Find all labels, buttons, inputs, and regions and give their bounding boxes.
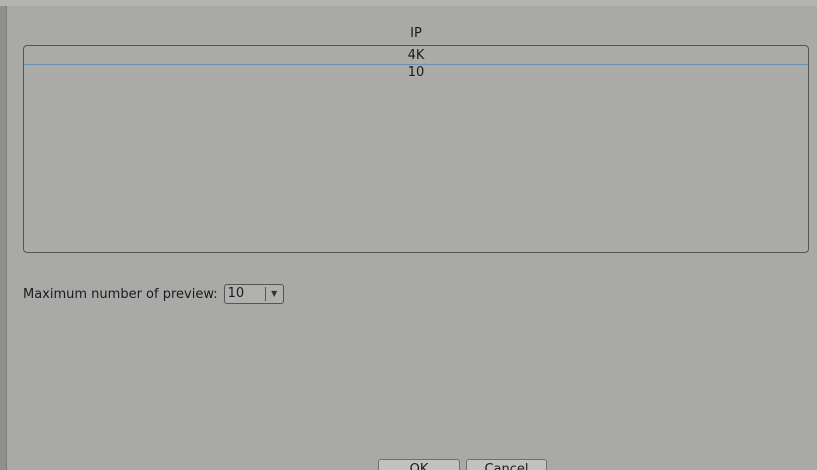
max-preview-select[interactable]: 10 ▼ (223, 284, 284, 304)
max-preview-selected-value: 10 (227, 286, 245, 301)
window-left-border (0, 0, 7, 470)
ok-button[interactable]: OK (378, 459, 460, 470)
list-item[interactable]: 10 (24, 65, 808, 81)
window-top-border (0, 0, 817, 6)
max-preview-label: Maximum number of preview: (23, 286, 218, 302)
dialog-window: IP 4K 10 Maximum number of preview: 10 ▼… (0, 0, 817, 470)
ip-list[interactable]: 4K 10 (23, 45, 809, 253)
list-item[interactable]: 4K (24, 48, 808, 65)
max-preview-setting: Maximum number of preview: 10 ▼ (23, 284, 284, 304)
list-column-header-ip[interactable]: IP (24, 26, 808, 42)
cancel-button[interactable]: Cancel (466, 459, 547, 470)
chevron-down-icon[interactable]: ▼ (266, 285, 283, 303)
